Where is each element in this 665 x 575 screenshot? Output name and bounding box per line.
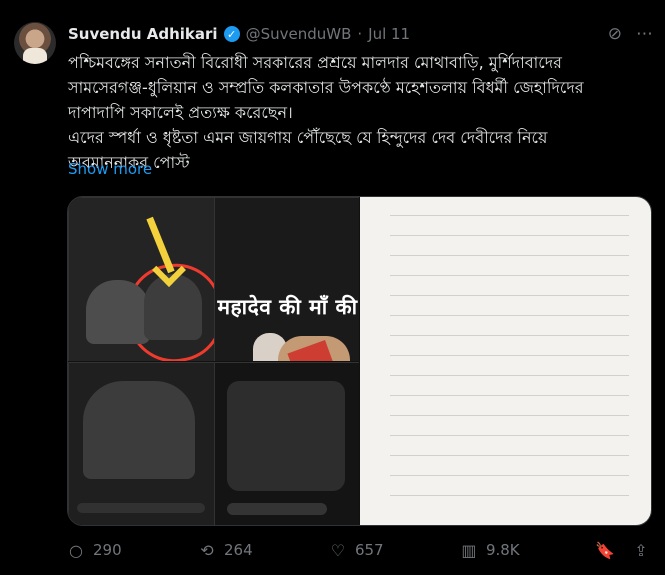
tweet-header: Suvendu Adhikari ✓ @SuvenduWB · Jul 11 bbox=[68, 24, 648, 44]
bookmark-icon[interactable]: 🔖 bbox=[595, 541, 615, 560]
tweet-text-line: অবমাননাকর পোস্ট bbox=[68, 153, 190, 172]
repost-icon: ⟲ bbox=[200, 540, 214, 560]
like-button[interactable]: ♡ 657 bbox=[329, 540, 384, 560]
author-handle[interactable]: @SuvenduWB bbox=[246, 25, 352, 43]
phone-bottom-right bbox=[214, 362, 359, 525]
reply-button[interactable]: ○ 290 bbox=[67, 540, 122, 560]
views-icon: ▥ bbox=[461, 540, 477, 560]
reply-icon: ○ bbox=[69, 540, 83, 560]
repost-count: 264 bbox=[223, 541, 253, 559]
bookmark-share-group: 🔖 ⇪ bbox=[595, 541, 650, 560]
header-separator: · bbox=[357, 25, 363, 43]
hindi-caption: महादेव की माँ की bbox=[217, 295, 358, 319]
screenshot-photo-1[interactable]: महादेव की माँ की bbox=[68, 197, 359, 361]
tweet-text-line: সামসেরগঞ্জ-ধুলিয়ান ও সম্প্রতি কলকাতার উ… bbox=[68, 78, 584, 97]
views-button[interactable]: ▥ 9.8K bbox=[460, 540, 520, 560]
repost-button[interactable]: ⟲ 264 bbox=[198, 540, 253, 560]
handwritten-complaint-letter[interactable] bbox=[360, 197, 651, 525]
grok-icon[interactable]: ⊘ bbox=[608, 24, 622, 44]
more-options-icon[interactable]: ⋯ bbox=[636, 24, 653, 44]
tweet-card: Suvendu Adhikari ✓ @SuvenduWB · Jul 11 ⊘… bbox=[0, 0, 665, 575]
tweet-text-line: এদের স্পর্ধা ও ধৃষ্টতা এমন জায়গায় পৌঁছ… bbox=[68, 128, 548, 147]
tweet-text-line: দাপাদাপি সকালেই প্রত্যক্ষ করেছেন। bbox=[68, 103, 293, 122]
media-grid[interactable]: महादेव की माँ की bbox=[67, 196, 652, 526]
screenshot-photo-2[interactable] bbox=[68, 362, 359, 525]
verified-badge-icon: ✓ bbox=[223, 26, 240, 42]
tweet-actions: ○ 290 ⟲ 264 ♡ 657 ▥ 9.8K 🔖 ⇪ bbox=[67, 540, 650, 560]
phone-screen-photo bbox=[68, 197, 230, 361]
show-more-link[interactable]: Show more bbox=[68, 160, 152, 178]
tweet-text: পশ্চিমবঙ্গের সনাতনী বিরোধী সরকারের প্রশ্… bbox=[68, 50, 650, 175]
author-name[interactable]: Suvendu Adhikari bbox=[68, 25, 218, 43]
share-icon[interactable]: ⇪ bbox=[632, 541, 650, 560]
phone-bottom-left bbox=[68, 362, 215, 525]
view-count: 9.8K bbox=[485, 541, 520, 559]
phone-screen-post: महादेव की माँ की bbox=[214, 197, 359, 361]
like-count: 657 bbox=[354, 541, 384, 559]
tweet-text-line: পশ্চিমবঙ্গের সনাতনী বিরোধী সরকারের প্রশ্… bbox=[68, 53, 562, 72]
reply-count: 290 bbox=[93, 541, 122, 559]
post-date[interactable]: Jul 11 bbox=[368, 25, 410, 43]
author-avatar[interactable] bbox=[14, 22, 56, 64]
heart-icon: ♡ bbox=[330, 540, 346, 560]
tweet-top-actions: ⊘ ⋯ bbox=[608, 24, 653, 44]
